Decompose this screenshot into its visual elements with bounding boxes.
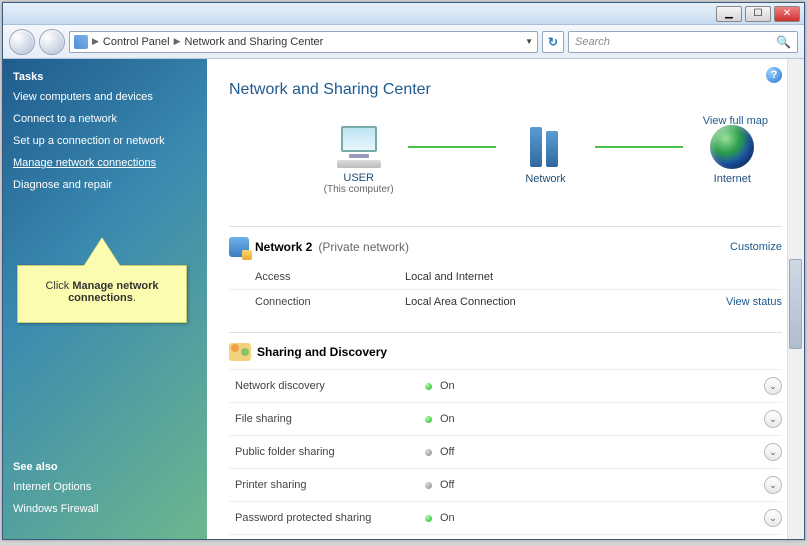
address-dropdown-icon[interactable]: ▼ [525, 37, 533, 46]
breadcrumb-sep: ▶ [174, 36, 181, 47]
connection-row: Connection Local Area Connection View st… [229, 289, 782, 314]
body: Tasks View computers and devices Connect… [3, 59, 804, 539]
sharing-row-label: Password protected sharing [235, 512, 425, 524]
map-link [408, 146, 495, 148]
breadcrumb-network-sharing[interactable]: Network and Sharing Center [185, 36, 324, 48]
help-icon[interactable]: ? [766, 67, 782, 83]
network-icon [229, 237, 249, 257]
map-node-network[interactable]: Network [496, 125, 595, 196]
callout-arrow-icon [84, 238, 120, 266]
breadcrumb-sep: ▶ [92, 36, 99, 47]
close-button[interactable]: ✕ [774, 6, 800, 22]
task-view-computers[interactable]: View computers and devices [13, 91, 197, 103]
sharing-row-label: File sharing [235, 413, 425, 425]
window-frame: ▁ ☐ ✕ ▶ Control Panel ▶ Network and Shar… [2, 2, 805, 540]
status-dot-icon [425, 416, 432, 423]
map-node-internet[interactable]: Internet [683, 125, 782, 196]
sharing-row-value: Off [440, 479, 454, 491]
sharing-row: Network discovery On ⌄ [229, 369, 782, 402]
callout-bold: Manage network connections [68, 280, 158, 304]
status-dot-icon [425, 383, 432, 390]
network-device-icon [526, 125, 566, 169]
expand-button[interactable]: ⌄ [764, 509, 782, 527]
sharing-row-label: Network discovery [235, 380, 425, 392]
sharing-row: Media sharingOff⌄ [229, 534, 782, 539]
map-link [595, 146, 682, 148]
refresh-button[interactable]: ↻ [542, 31, 564, 53]
sharing-row-value: On [440, 380, 455, 392]
titlebar: ▁ ☐ ✕ [3, 3, 804, 25]
sharing-row-value: On [440, 512, 455, 524]
page-title: Network and Sharing Center [229, 81, 782, 99]
callout-text-1: Click [45, 280, 72, 292]
search-placeholder: Search [575, 36, 610, 48]
node-label: Network [525, 173, 565, 185]
sharing-row: Printer sharing Off ⌄ [229, 468, 782, 501]
forward-button[interactable] [39, 29, 65, 55]
sharing-row-label: Printer sharing [235, 479, 425, 491]
network-type: (Private network) [318, 240, 409, 254]
see-also-section: See also Internet Options Windows Firewa… [13, 461, 99, 525]
status-dot-icon [425, 515, 432, 522]
sharing-discovery-icon [229, 343, 251, 361]
customize-link[interactable]: Customize [730, 241, 782, 253]
expand-button[interactable]: ⌄ [764, 377, 782, 395]
network-section: Network 2 (Private network) Customize Ac… [229, 226, 782, 314]
control-panel-icon [74, 35, 88, 49]
expand-button[interactable]: ⌄ [764, 410, 782, 428]
sharing-row-value: Off [440, 446, 454, 458]
task-manage-connections[interactable]: Manage network connections [13, 157, 197, 169]
breadcrumb-control-panel[interactable]: Control Panel [103, 36, 170, 48]
maximize-button[interactable]: ☐ [745, 6, 771, 22]
content-pane: ? Network and Sharing Center View full m… [207, 59, 804, 539]
status-dot-icon [425, 449, 432, 456]
network-name: Network 2 [255, 240, 312, 254]
sharing-row: File sharing On ⌄ [229, 402, 782, 435]
expand-button[interactable]: ⌄ [764, 443, 782, 461]
expand-button[interactable]: ⌄ [764, 476, 782, 494]
seealso-windows-firewall[interactable]: Windows Firewall [13, 503, 99, 515]
globe-icon [710, 125, 754, 169]
search-icon: 🔍 [776, 35, 791, 49]
node-sublabel: (This computer) [324, 184, 394, 195]
minimize-button[interactable]: ▁ [716, 6, 742, 22]
navigation-bar: ▶ Control Panel ▶ Network and Sharing Ce… [3, 25, 804, 59]
sharing-row: Password protected sharing On ⌄ [229, 501, 782, 534]
node-label: USER [343, 172, 374, 184]
access-value: Local and Internet [405, 271, 493, 283]
seealso-internet-options[interactable]: Internet Options [13, 481, 99, 493]
sharing-row-value: On [440, 413, 455, 425]
map-node-this-computer[interactable]: USER (This computer) [309, 126, 408, 195]
connection-value: Local Area Connection [405, 296, 516, 308]
tasks-header: Tasks [13, 71, 197, 83]
back-button[interactable] [9, 29, 35, 55]
sharing-row-label: Public folder sharing [235, 446, 425, 458]
status-dot-icon [425, 482, 432, 489]
access-row: Access Local and Internet [229, 265, 782, 289]
task-diagnose-repair[interactable]: Diagnose and repair [13, 179, 197, 191]
see-also-header: See also [13, 461, 99, 473]
scrollbar-thumb[interactable] [789, 259, 802, 349]
task-connect-network[interactable]: Connect to a network [13, 113, 197, 125]
sharing-section-header: Sharing and Discovery [229, 335, 782, 369]
address-bar[interactable]: ▶ Control Panel ▶ Network and Sharing Ce… [69, 31, 538, 53]
sidebar: Tasks View computers and devices Connect… [3, 59, 207, 539]
instruction-callout: Click Manage network connections. [17, 265, 187, 323]
connection-label: Connection [255, 296, 405, 308]
sharing-row: Public folder sharing Off ⌄ [229, 435, 782, 468]
task-setup-connection[interactable]: Set up a connection or network [13, 135, 197, 147]
sharing-section: Sharing and Discovery Network discovery O… [229, 332, 782, 539]
access-label: Access [255, 271, 405, 283]
network-map: USER (This computer) Network Internet [309, 125, 782, 196]
sharing-header-text: Sharing and Discovery [257, 345, 387, 359]
scrollbar[interactable] [787, 59, 804, 539]
view-full-map-link[interactable]: View full map [703, 115, 768, 127]
callout-text-2: . [133, 292, 136, 304]
network-section-header: Network 2 (Private network) Customize [229, 229, 782, 265]
node-label: Internet [714, 173, 751, 185]
computer-icon [335, 126, 383, 168]
view-status-link[interactable]: View status [726, 296, 782, 308]
search-input[interactable]: Search 🔍 [568, 31, 798, 53]
